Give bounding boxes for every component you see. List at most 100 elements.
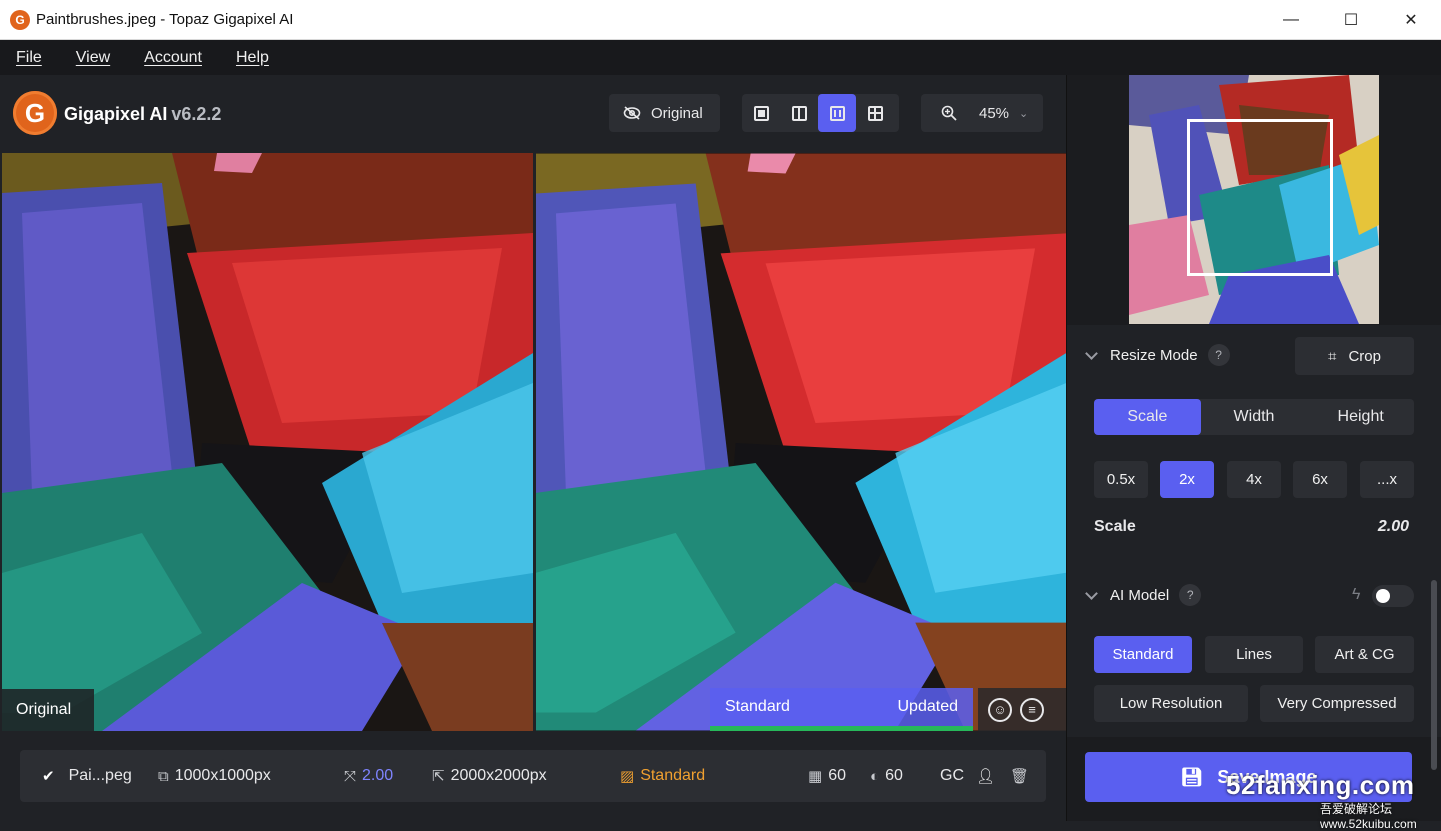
navigator-thumbnail[interactable] — [1129, 75, 1379, 324]
menu-help[interactable]: Help — [236, 49, 269, 67]
auto-model-toggle[interactable] — [1372, 585, 1414, 607]
original-preview-panel[interactable] — [2, 153, 533, 731]
menu-file[interactable]: File — [16, 49, 42, 67]
preview-status: Updated — [897, 698, 959, 715]
gc-item: GC 👤︎ — [940, 750, 995, 802]
zoom-in-icon — [941, 105, 957, 121]
model-very-compressed-button[interactable]: Very Compressed — [1260, 685, 1414, 722]
crop-icon: ⌗ — [1328, 347, 1337, 365]
mode-scale[interactable]: Scale — [1094, 399, 1201, 435]
model-low-resolution-button[interactable]: Low Resolution — [1094, 685, 1248, 722]
ai-model-title: AI Model — [1110, 586, 1170, 604]
chevron-down-icon — [1085, 346, 1098, 360]
noise-item: ▦ 60 — [808, 750, 846, 802]
mode-width[interactable]: Width — [1201, 399, 1308, 435]
menu-view[interactable]: View — [76, 49, 110, 67]
chevron-down-icon — [1085, 586, 1098, 600]
scale-value[interactable]: 2.00 — [1378, 518, 1409, 536]
model-standard-button[interactable]: Standard — [1094, 636, 1192, 673]
single-view-icon — [753, 105, 769, 121]
trash-icon[interactable]: 🗑︎ — [1010, 767, 1029, 785]
grid-view-icon — [867, 105, 883, 121]
grid-view-button[interactable] — [856, 94, 894, 132]
delete-item[interactable]: 🗑︎ — [1010, 750, 1029, 802]
model-readout: Standard — [640, 767, 706, 784]
help-icon[interactable]: ? — [1207, 344, 1230, 366]
output-size-icon: ⇱ — [432, 768, 445, 785]
side-by-side-view-icon — [829, 105, 845, 121]
crop-button[interactable]: ⌗ Crop — [1295, 337, 1414, 375]
blur-item: ◐ 60 — [870, 750, 903, 802]
lightning-icon: ϟ — [1352, 586, 1361, 603]
resize-mode-title: Resize Mode — [1110, 346, 1198, 364]
watermark: 52fanxing.com — [1226, 770, 1415, 800]
face-smile-icon[interactable]: ☺ — [988, 697, 1012, 722]
scale-label: Scale — [1094, 518, 1136, 535]
maximize-button[interactable]: ☐ — [1321, 0, 1381, 40]
input-size-item: ⧉ 1000x1000px — [158, 750, 271, 802]
scale-readout: 2.00 — [362, 767, 394, 784]
window-controls: — ☐ ✕ — [1261, 0, 1441, 40]
settings-panel: Resize Mode ? ⌗ Crop Scale Width Height … — [1067, 325, 1441, 770]
face-recovery-icon: 👤︎ — [976, 768, 996, 785]
menu-account[interactable]: Account — [144, 49, 202, 67]
view-mode-group — [742, 94, 899, 132]
paintbrushes-enhanced-image — [536, 153, 1066, 731]
window-title: Paintbrushes.jpeg - Topaz Gigapixel AI — [36, 11, 294, 28]
face-neutral-icon[interactable]: ≡ — [1020, 697, 1044, 722]
title-bar: G Paintbrushes.jpeg - Topaz Gigapixel AI… — [0, 0, 1441, 40]
close-button[interactable]: ✕ — [1381, 0, 1441, 40]
settings-scrollbar[interactable] — [1431, 580, 1437, 770]
expand-arrows-icon: ⤧ — [344, 767, 357, 785]
model-art-cg-button[interactable]: Art & CG — [1315, 636, 1414, 673]
app-icon: G — [10, 9, 30, 30]
original-label: Original — [651, 104, 703, 122]
ai-model-header[interactable]: AI Model ? — [1085, 580, 1202, 610]
help-icon[interactable]: ? — [1179, 584, 1202, 606]
image-model-icon: ▨ — [620, 768, 635, 785]
original-label-overlay: Original — [2, 689, 94, 731]
toolbar: G Gigapixel AI v6.2.2 Original 45% ⌄ — [0, 75, 1066, 153]
side-by-side-view-button[interactable] — [818, 94, 856, 132]
mode-height[interactable]: Height — [1307, 399, 1414, 435]
input-size: 1000x1000px — [174, 767, 271, 784]
original-toggle-button[interactable]: Original — [609, 94, 720, 132]
face-buttons: ☺ ≡ — [978, 688, 1066, 731]
scale-2x-button[interactable]: 2x — [1160, 461, 1214, 498]
blur-icon: ◐ — [870, 767, 880, 785]
preview-status-bar: Standard Updated — [710, 688, 973, 731]
preview-model-name: Standard — [725, 698, 790, 715]
minimize-button[interactable]: — — [1261, 0, 1321, 40]
image-info-bar[interactable]: ✔ Pai...peg ⧉ 1000x1000px ⤧ 2.00 ⇱ 2000x… — [20, 750, 1046, 802]
eye-off-icon — [623, 106, 641, 120]
resize-mode-selector: Scale Width Height — [1094, 399, 1414, 435]
file-item[interactable]: ✔ Pai...peg — [42, 750, 132, 802]
gigapixel-logo-icon: G — [13, 91, 57, 135]
right-sidebar: Resize Mode ? ⌗ Crop Scale Width Height … — [1066, 75, 1441, 821]
noise-icon: ▦ — [808, 768, 823, 785]
navigator-viewport[interactable] — [1187, 119, 1333, 276]
file-name: Pai...peg — [68, 767, 132, 784]
scale-0-5x-button[interactable]: 0.5x — [1094, 461, 1148, 498]
output-size-item: ⇱ 2000x2000px — [432, 750, 547, 802]
model-item: ▨ Standard — [620, 750, 705, 802]
split-view-button[interactable] — [780, 94, 818, 132]
scale-6x-button[interactable]: 6x — [1293, 461, 1347, 498]
zoom-control[interactable]: 45% ⌄ — [921, 94, 1043, 132]
zoom-value: 45% — [979, 104, 1010, 122]
single-view-button[interactable] — [742, 94, 780, 132]
save-icon: 💾︎ — [1180, 766, 1204, 787]
scale-custom-button[interactable]: ...x — [1360, 461, 1414, 498]
resize-mode-header[interactable]: Resize Mode ? — [1085, 340, 1230, 370]
checkmark-icon: ✔ — [42, 768, 55, 785]
output-size: 2000x2000px — [450, 767, 547, 784]
enhanced-preview-panel[interactable] — [536, 153, 1066, 731]
chevron-down-icon: ⌄ — [1019, 107, 1029, 120]
gc-label: GC — [940, 767, 964, 784]
input-size-icon: ⧉ — [158, 767, 169, 785]
scale-4x-button[interactable]: 4x — [1227, 461, 1281, 498]
model-lines-button[interactable]: Lines — [1205, 636, 1303, 673]
blur-value: 60 — [885, 767, 903, 784]
paintbrushes-image — [2, 153, 533, 731]
split-view-icon — [791, 105, 807, 121]
